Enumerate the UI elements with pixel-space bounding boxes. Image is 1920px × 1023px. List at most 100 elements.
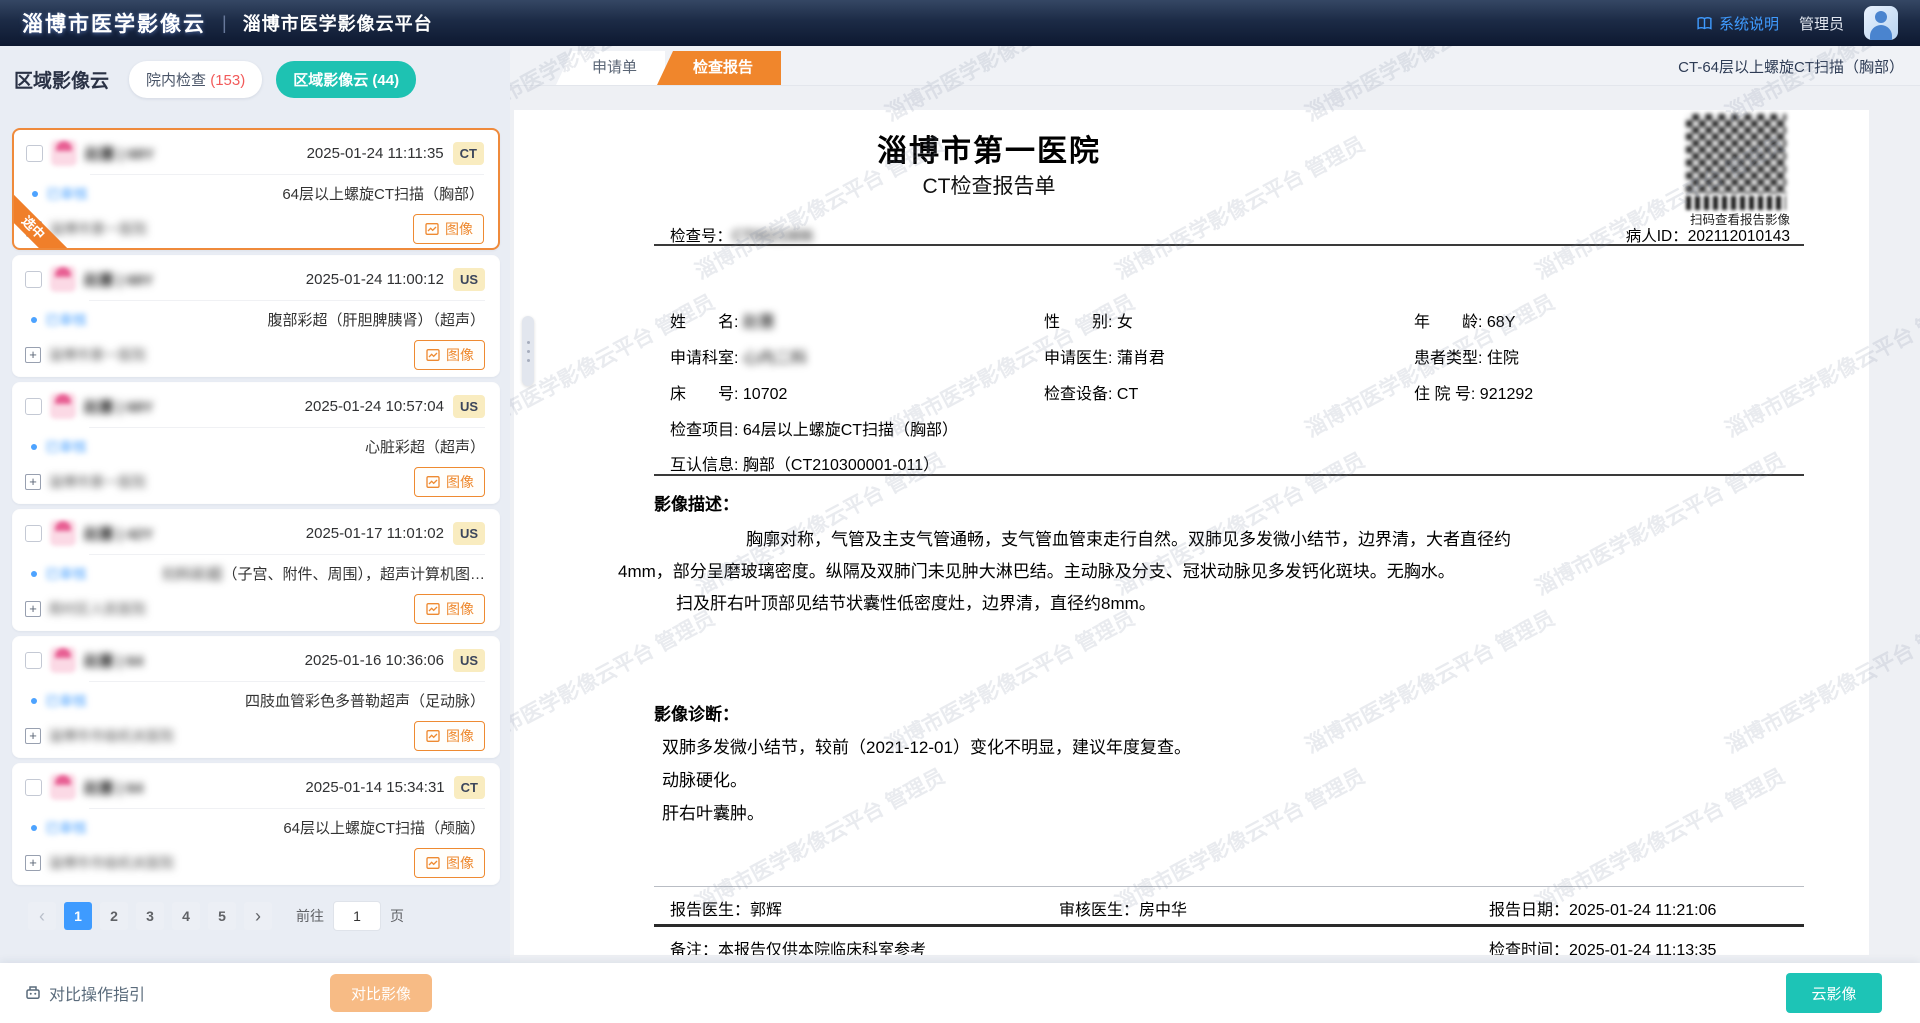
status-badge: 已审核 (46, 184, 88, 204)
exam-checkbox[interactable] (25, 398, 42, 415)
exam-card-list: 赵蕙 | 68Y 2025-01-24 11:11:35 CT 已审核 64层以… (0, 110, 510, 885)
patient-avatar (50, 520, 76, 546)
report-doc-title: CT检查报告单 (514, 170, 1464, 200)
field-admission-no: 住 院 号: 921292 (1414, 380, 1533, 404)
view-images-button[interactable]: 图像 (414, 594, 485, 624)
system-help-label: 系统说明 (1719, 13, 1779, 34)
report-doctor: 报告医生：郭辉 (670, 896, 782, 920)
status-dot (31, 317, 37, 323)
divider (654, 886, 1804, 887)
expand-icon[interactable]: + (25, 347, 41, 363)
exam-card-6[interactable]: 赵蕙 | 64 2025-01-14 15:34:31 CT 已审核 64层以上… (12, 763, 500, 885)
status-badge: 已审核 (45, 691, 87, 711)
tab-regional-cloud[interactable]: 区域影像云 (44) (276, 61, 416, 98)
field-device: 检查设备: CT (1044, 380, 1138, 404)
user-avatar[interactable] (1864, 6, 1898, 40)
patient-name: 赵蕙 | 64 (84, 777, 143, 798)
modality-badge: US (453, 395, 485, 418)
exam-number-value: CT0021906 (732, 228, 813, 245)
qr-code-strip (1686, 196, 1786, 210)
system-help-link[interactable]: 系统说明 (1696, 13, 1779, 34)
cloud-images-button[interactable]: 云影像 (1786, 973, 1882, 1013)
field-age: 年 龄: 68Y (1414, 308, 1515, 332)
exam-checkbox[interactable] (25, 525, 42, 542)
modality-badge: US (453, 522, 485, 545)
avatar-person-icon (1875, 11, 1887, 23)
guide-icon (24, 984, 42, 1002)
report-paper: 淄博市第一医院 CT检查报告单 扫码查看报告影像 病人ID：2021120101… (514, 110, 1869, 955)
patient-avatar (50, 393, 76, 419)
image-icon (425, 728, 441, 744)
page-next-button[interactable]: › (244, 902, 272, 930)
compare-guide-link[interactable]: 对比操作指引 (24, 981, 145, 1005)
compare-images-button[interactable]: 对比影像 (330, 974, 432, 1012)
brand-separator: | (222, 13, 227, 34)
page-prev-button[interactable]: ‹ (28, 902, 56, 930)
view-images-button[interactable]: 图像 (414, 848, 485, 878)
tab-exam-report[interactable]: 检查报告 (657, 51, 781, 85)
exam-date: 2025-01-24 10:57:04 (305, 398, 444, 415)
report-main-area: 申请单 检查报告 CT-64层以上螺旋CT扫描（胸部） 淄博市第一医院 CT检查… (510, 46, 1920, 963)
exam-checkbox[interactable] (25, 779, 42, 796)
page-button-1[interactable]: 1 (64, 902, 92, 930)
bottom-toolbar: 对比操作指引 对比影像 云影像 (0, 963, 1920, 1023)
status-badge: 已审核 (45, 310, 87, 330)
hospital-name: 淄博市第一医院 (48, 345, 146, 365)
expand-icon[interactable]: + (25, 728, 41, 744)
hospital-name: 淄博市第一医院 (49, 219, 147, 239)
pagination: ‹ 1 2 3 4 5 › 前往 页 (28, 901, 500, 931)
exam-checkbox[interactable] (25, 271, 42, 288)
page-button-2[interactable]: 2 (100, 902, 128, 930)
exam-card-5[interactable]: 赵蕙 | 64 2025-01-16 10:36:06 US 已审核 四肢血管彩… (12, 636, 500, 758)
divider (654, 474, 1804, 476)
page-button-5[interactable]: 5 (208, 902, 236, 930)
exam-date: 2025-01-16 10:36:06 (305, 652, 444, 669)
status-dot (31, 571, 37, 577)
exam-list-sidebar: 区域影像云 院内检查 (153) 区域影像云 (44) 赵蕙 | 68Y 202… (0, 46, 510, 963)
exam-date: 2025-01-24 11:11:35 (307, 145, 444, 162)
view-images-button[interactable]: 图像 (413, 214, 484, 244)
field-sex: 性 别: 女 (1044, 308, 1133, 332)
exam-checkbox[interactable] (26, 145, 43, 162)
tab-internal-exams[interactable]: 院内检查 (153) (129, 61, 262, 98)
patient-id: 病人ID：202112010143 (1626, 224, 1790, 246)
patient-name: 赵蕙 | 68Y (84, 269, 153, 290)
expand-icon[interactable]: + (25, 855, 41, 871)
exam-card-3[interactable]: 赵蕙 | 68Y 2025-01-24 10:57:04 US 已审核 心脏彩超… (12, 382, 500, 504)
field-name: 姓 名: 赵蕙 (670, 308, 775, 332)
hospital-name: 淄博市市级机关医院 (48, 726, 174, 746)
field-bed: 床 号: 10702 (670, 380, 787, 404)
expand-icon[interactable]: + (25, 601, 41, 617)
exam-card-2[interactable]: 赵蕙 | 68Y 2025-01-24 11:00:12 US 已审核 腹部彩超… (12, 255, 500, 377)
status-badge: 已审核 (45, 564, 87, 584)
qr-code (1686, 114, 1786, 194)
view-images-button[interactable]: 图像 (414, 340, 485, 370)
platform-title: 淄博市医学影像云平台 (243, 10, 433, 36)
current-exam-label: CT-64层以上螺旋CT扫描（胸部） (1678, 46, 1904, 86)
exam-date: 2025-01-14 15:34:31 (305, 779, 444, 796)
page-button-4[interactable]: 4 (172, 902, 200, 930)
field-mutual-info: 互认信息: 胸部（CT210300001-011） (670, 451, 939, 475)
patient-avatar (50, 774, 76, 800)
image-icon (425, 474, 441, 490)
report-tabstrip: 申请单 检查报告 CT-64层以上螺旋CT扫描（胸部） (510, 46, 1920, 86)
status-badge: 已审核 (45, 437, 87, 457)
goto-page-input[interactable] (333, 901, 381, 931)
report-date: 报告日期：2025-01-24 11:21:06 (1489, 896, 1716, 920)
view-images-button[interactable]: 图像 (414, 467, 485, 497)
exam-checkbox[interactable] (25, 652, 42, 669)
tab-request-form[interactable]: 申请单 (556, 51, 665, 85)
field-exam-item: 检查项目: 64层以上螺旋CT扫描（胸部） (670, 416, 958, 440)
view-images-button[interactable]: 图像 (414, 721, 485, 751)
internal-exam-count: (153) (210, 72, 245, 89)
field-department: 申请科室: 心内二科 (670, 344, 807, 368)
exam-card-1[interactable]: 赵蕙 | 68Y 2025-01-24 11:11:35 CT 已审核 64层以… (12, 128, 500, 250)
divider (654, 244, 1804, 246)
image-icon (425, 601, 441, 617)
expand-icon[interactable]: + (25, 474, 41, 490)
panel-resize-handle[interactable] (522, 316, 534, 386)
exam-card-4[interactable]: 赵蕙 | 42Y 2025-01-17 11:01:02 US 已审核 妇科彩超… (12, 509, 500, 631)
page-button-3[interactable]: 3 (136, 902, 164, 930)
exam-name: 四肢血管彩色多普勒超声（足动脉） (245, 690, 485, 711)
book-icon (1696, 15, 1713, 32)
